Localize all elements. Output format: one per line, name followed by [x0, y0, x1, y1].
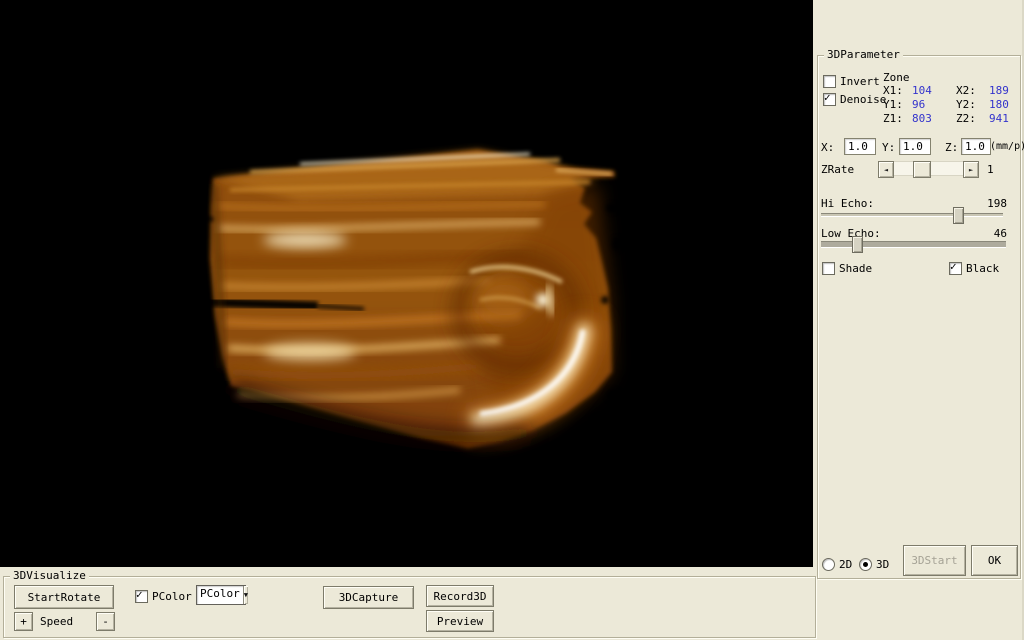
parameter-groupbox: 3DParameter ✓ Invert ✓ Denoise Zone X1:1…: [817, 55, 1021, 579]
checkmark-icon: ✓: [824, 91, 831, 104]
zone-z2-label: Z2:: [956, 112, 989, 126]
invert-label: Invert: [840, 75, 880, 88]
scale-unit-label: (mm/p): [990, 140, 1024, 153]
zone-y2-value: 180: [989, 98, 1024, 112]
zone-z1-value: 803: [912, 112, 956, 126]
zrate-value: 1: [987, 163, 994, 176]
arrow-left-icon: ◄: [884, 166, 888, 174]
shade-checkbox[interactable]: ✓: [822, 262, 835, 275]
record3d-button[interactable]: Record3D: [426, 585, 494, 607]
zone-x2-value: 189: [989, 84, 1024, 98]
scale-y-label: Y:: [882, 141, 895, 154]
zrate-scrollbar[interactable]: ◄ ►: [878, 161, 979, 176]
denoise-checkbox-row[interactable]: ✓ Denoise: [823, 93, 886, 106]
checkmark-icon: ✓: [136, 588, 143, 601]
speed-label: Speed: [40, 615, 73, 628]
zone-title: Zone: [883, 71, 1024, 84]
zone-block: Zone X1:104 X2:189 Y1:96 Y2:180 Z1:803 Z…: [883, 71, 1024, 126]
denoise-checkbox[interactable]: ✓: [823, 93, 836, 106]
zone-row: Z1:803 Z2:941: [883, 112, 1024, 126]
parameter-group-title: 3DParameter: [824, 48, 903, 62]
black-checkbox-row[interactable]: ✓ Black: [949, 262, 999, 275]
hi-echo-slider[interactable]: [821, 213, 1003, 217]
3dcapture-button[interactable]: 3DCapture: [323, 586, 414, 609]
zrate-scroll-left-button[interactable]: ◄: [878, 161, 894, 178]
zrate-scroll-track[interactable]: [894, 161, 963, 176]
chevron-down-icon: ▼: [244, 591, 248, 599]
zrate-scroll-thumb[interactable]: [913, 161, 931, 178]
3dstart-button[interactable]: 3DStart: [903, 545, 966, 576]
checkmark-icon: ✓: [950, 260, 957, 273]
hi-echo-label: Hi Echo:: [821, 197, 874, 210]
mode-3d-radio[interactable]: [859, 558, 872, 571]
zone-row: X1:104 X2:189: [883, 84, 1024, 98]
zone-z1-label: Z1:: [883, 112, 912, 126]
visualize-group-title: 3DVisualize: [10, 569, 89, 583]
ok-button[interactable]: OK: [971, 545, 1018, 576]
low-echo-slider[interactable]: [821, 241, 1006, 248]
scale-x-label: X:: [821, 141, 834, 154]
visualize-panel: 3DVisualize StartRotate ✓ PColor PColor …: [0, 567, 813, 640]
visualize-groupbox: 3DVisualize StartRotate ✓ PColor PColor …: [3, 576, 816, 638]
mode-2d-radio-row[interactable]: 2D: [822, 558, 852, 571]
zone-row: Y1:96 Y2:180: [883, 98, 1024, 112]
pcolor-label: PColor: [152, 590, 192, 603]
scale-z-input[interactable]: 1.0: [961, 138, 991, 155]
zrate-scroll-right-button[interactable]: ►: [963, 161, 979, 178]
start-rotate-button[interactable]: StartRotate: [14, 585, 114, 609]
zone-z2-value: 941: [989, 112, 1024, 126]
denoise-label: Denoise: [840, 93, 886, 106]
mode-2d-label: 2D: [839, 558, 852, 571]
mode-3d-radio-row[interactable]: 3D: [859, 558, 889, 571]
mode-2d-radio[interactable]: [822, 558, 835, 571]
scale-z-label: Z:: [945, 141, 958, 154]
zone-y1-value: 96: [912, 98, 956, 112]
pcolor-combobox-value: PColor: [197, 586, 243, 604]
speed-minus-button[interactable]: -: [96, 612, 115, 631]
scale-y-input[interactable]: 1.0: [899, 138, 931, 155]
shade-checkbox-row[interactable]: ✓ Shade: [822, 262, 872, 275]
3d-viewport[interactable]: [0, 0, 813, 567]
speed-plus-button[interactable]: +: [14, 612, 33, 631]
scale-x-input[interactable]: 1.0: [844, 138, 876, 155]
radio-dot-icon: [863, 562, 868, 567]
black-checkbox[interactable]: ✓: [949, 262, 962, 275]
invert-checkbox-row[interactable]: ✓ Invert: [823, 75, 880, 88]
pcolor-combobox[interactable]: PColor ▼: [196, 585, 246, 605]
low-echo-value: 46: [994, 227, 1007, 240]
zone-x2-label: X2:: [956, 84, 989, 98]
zrate-label: ZRate: [821, 163, 854, 176]
mode-3d-label: 3D: [876, 558, 889, 571]
low-echo-slider-thumb[interactable]: [852, 236, 863, 253]
arrow-right-icon: ►: [969, 166, 973, 174]
zone-y1-label: Y1:: [883, 98, 912, 112]
hi-echo-value: 198: [987, 197, 1007, 210]
pcolor-combobox-button[interactable]: ▼: [243, 586, 248, 604]
pcolor-checkbox[interactable]: ✓: [135, 590, 148, 603]
invert-checkbox[interactable]: ✓: [823, 75, 836, 88]
low-echo-label: Low Echo:: [821, 227, 881, 240]
preview-button[interactable]: Preview: [426, 610, 494, 632]
zone-y2-label: Y2:: [956, 98, 989, 112]
shade-label: Shade: [839, 262, 872, 275]
zone-x1-value: 104: [912, 84, 956, 98]
app-window: 3DParameter ✓ Invert ✓ Denoise Zone X1:1…: [0, 0, 1024, 640]
volume-render: [0, 0, 813, 567]
black-label: Black: [966, 262, 999, 275]
zone-x1-label: X1:: [883, 84, 912, 98]
pcolor-checkbox-row[interactable]: ✓ PColor: [135, 590, 192, 603]
hi-echo-slider-thumb[interactable]: [953, 207, 964, 224]
parameter-panel: 3DParameter ✓ Invert ✓ Denoise Zone X1:1…: [813, 0, 1024, 640]
